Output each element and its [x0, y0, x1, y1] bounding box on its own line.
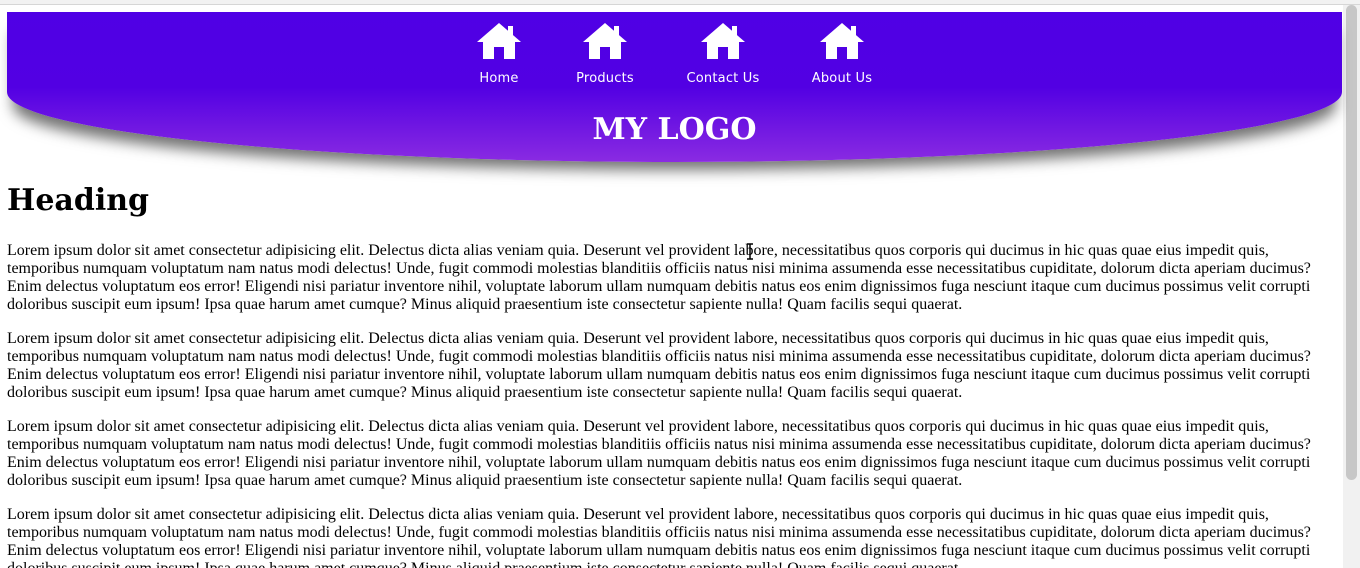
- site-header: Home Products Contact Us About Us MY LOG…: [7, 12, 1342, 162]
- paragraph: Lorem ipsum dolor sit amet consectetur a…: [7, 506, 1311, 568]
- nav-item-products[interactable]: Products: [545, 22, 665, 86]
- text-cursor-icon: [747, 243, 753, 260]
- main-content: Heading Lorem ipsum dolor sit amet conse…: [7, 182, 1323, 568]
- home-icon: [477, 23, 521, 59]
- nav-item-about-us[interactable]: About Us: [782, 22, 902, 86]
- nav-item-contact-us[interactable]: Contact Us: [663, 22, 783, 86]
- vertical-scrollbar[interactable]: [1343, 5, 1360, 568]
- nav-label-products: Products: [576, 71, 634, 86]
- home-icon: [820, 23, 864, 59]
- nav-label-home: Home: [479, 71, 519, 86]
- main-nav: Home Products Contact Us About Us: [7, 22, 1342, 92]
- site-logo[interactable]: MY LOGO: [7, 112, 1342, 148]
- nav-label-about-us: About Us: [811, 71, 873, 86]
- home-icon: [583, 23, 627, 59]
- scrollbar-thumb[interactable]: [1346, 5, 1357, 480]
- paragraph: Lorem ipsum dolor sit amet consectetur a…: [7, 418, 1311, 489]
- page-heading: Heading: [7, 183, 150, 218]
- home-icon: [701, 23, 745, 59]
- browser-top-strip: [0, 0, 1360, 5]
- nav-label-contact-us: Contact Us: [686, 71, 760, 86]
- paragraph: Lorem ipsum dolor sit amet consectetur a…: [7, 242, 1311, 313]
- nav-item-home[interactable]: Home: [439, 22, 559, 86]
- paragraph: Lorem ipsum dolor sit amet consectetur a…: [7, 330, 1311, 401]
